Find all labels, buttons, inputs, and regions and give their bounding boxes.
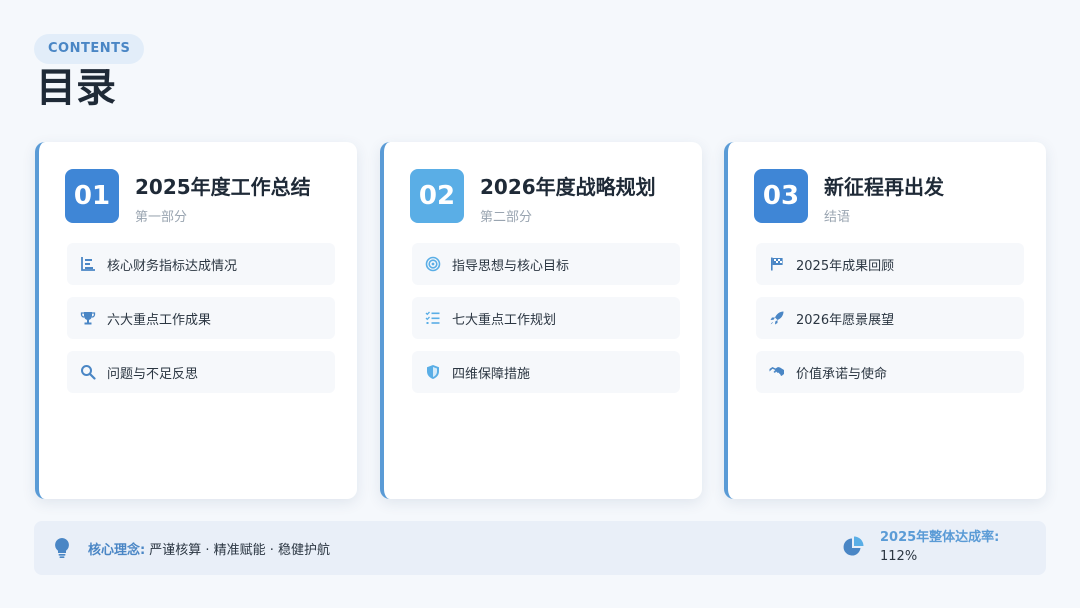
section-card-1[interactable]: 01 2025年度工作总结 第一部分 核心财务指标达成情况 六大重点工作成果 问… [35,142,357,499]
lightbulb-icon [52,537,74,559]
contents-badge: CONTENTS [34,34,145,64]
completion-rate-value: 112% [880,549,918,564]
footer-bar: 核心理念: 严谨核算 · 精准赋能 · 稳健护航 2025年整体达成率: 112… [34,521,1046,575]
section-card-3[interactable]: 03 新征程再出发 结语 2025年成果回顾 2026年愿景展望 价值承诺与使命 [724,142,1046,499]
item-label: 四维保障措施 [452,366,531,382]
section-title-1: 2025年度工作总结 [135,175,311,199]
item-work-plan[interactable]: 七大重点工作规划 [412,297,680,339]
section-subtitle-1: 第一部分 [135,210,188,225]
bar-chart-icon [79,255,97,273]
flag-icon [768,255,786,273]
item-guiding-goals[interactable]: 指导思想与核心目标 [412,243,680,285]
core-concept: 核心理念: 严谨核算 · 精准赋能 · 稳健护航 [52,537,330,559]
item-value-mission[interactable]: 价值承诺与使命 [756,351,1024,393]
handshake-icon [768,363,786,381]
item-label: 七大重点工作规划 [452,312,557,328]
completion-rate-label: 2025年整体达成率: [880,530,1000,545]
item-label: 问题与不足反思 [107,366,199,382]
item-label: 2025年成果回顾 [796,258,895,274]
rocket-icon [768,309,786,327]
core-concept-label: 核心理念: [88,542,146,558]
item-label: 2026年愿景展望 [796,312,895,328]
trophy-icon [79,309,97,327]
section-title-2: 2026年度战略规划 [480,175,656,199]
section-number-3: 03 [754,169,808,223]
item-label: 六大重点工作成果 [107,312,212,328]
section-number-2: 02 [410,169,464,223]
item-key-achievements[interactable]: 六大重点工作成果 [67,297,335,339]
checklist-icon [424,309,442,327]
core-concept-text: 严谨核算 · 精准赋能 · 稳健护航 [149,542,330,558]
completion-rate: 2025年整体达成率: 112% [842,529,999,567]
item-label: 指导思想与核心目标 [452,258,570,274]
item-label: 价值承诺与使命 [796,366,888,382]
item-vision-outlook[interactable]: 2026年愿景展望 [756,297,1024,339]
section-subtitle-3: 结语 [824,210,851,225]
item-achievements-review[interactable]: 2025年成果回顾 [756,243,1024,285]
page-title: 目录 [36,65,116,111]
target-icon [424,255,442,273]
pie-chart-icon [842,536,866,560]
search-icon [79,363,97,381]
completion-rate-text: 2025年整体达成率: 112% [880,529,999,567]
section-number-1: 01 [65,169,119,223]
shield-icon [424,363,442,381]
section-title-3: 新征程再出发 [824,175,944,199]
item-label: 核心财务指标达成情况 [107,258,238,274]
item-safeguards[interactable]: 四维保障措施 [412,351,680,393]
item-financial-indicators[interactable]: 核心财务指标达成情况 [67,243,335,285]
section-card-2[interactable]: 02 2026年度战略规划 第二部分 指导思想与核心目标 七大重点工作规划 四维… [380,142,702,499]
item-problem-reflection[interactable]: 问题与不足反思 [67,351,335,393]
section-subtitle-2: 第二部分 [480,210,533,225]
